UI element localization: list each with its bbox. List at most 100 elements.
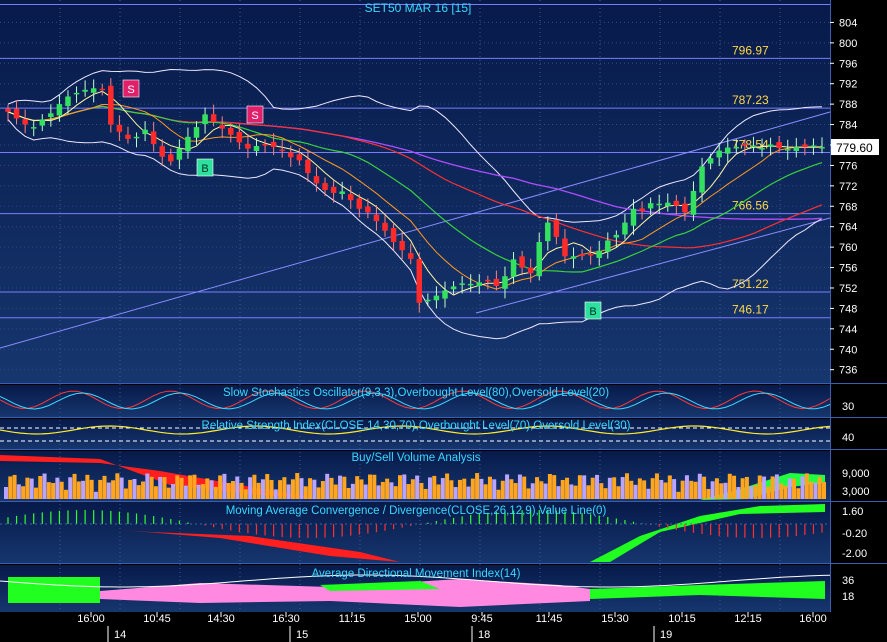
volume-bar	[642, 480, 647, 499]
candle-body	[262, 143, 268, 146]
candle-body	[228, 127, 234, 135]
volume-bar	[646, 488, 651, 499]
price-tick-label: 804	[839, 17, 857, 29]
volume-bar	[290, 479, 295, 499]
candle-body	[22, 119, 28, 125]
candle-body	[527, 267, 534, 274]
price-tick-label: 756	[839, 263, 857, 275]
volume-bar	[607, 477, 612, 499]
volume-bar	[470, 478, 475, 499]
volume-bar	[740, 478, 745, 499]
volume-bar	[312, 479, 317, 499]
volume-bar	[402, 474, 407, 499]
volume-bar	[59, 481, 64, 499]
volume-bar	[239, 482, 244, 499]
volume-bar	[346, 487, 351, 499]
volume-bar	[462, 478, 467, 499]
stochastic-title: Slow Stochastics Oscillator(9,3,3),Overb…	[223, 387, 609, 399]
volume-bar	[487, 476, 492, 499]
volume-bar	[269, 479, 274, 499]
volume-bar	[145, 473, 150, 499]
volume-bar	[282, 477, 287, 499]
volume-bar	[106, 482, 111, 499]
volume-bar	[149, 476, 154, 499]
volume-bar	[119, 477, 124, 499]
candle-body	[802, 144, 808, 148]
volume-bar	[457, 479, 462, 499]
volume-bar	[132, 478, 137, 499]
candle-body	[682, 203, 688, 213]
candle-body	[784, 149, 791, 151]
candle-body	[562, 238, 568, 257]
volume-bar	[226, 482, 231, 499]
candle-body	[750, 145, 757, 147]
volume-bar	[260, 479, 265, 499]
volume-bar	[81, 480, 86, 499]
candle-body	[30, 127, 37, 129]
price-tick-label: 744	[839, 324, 857, 336]
candle-body	[776, 142, 782, 149]
candle-body	[202, 114, 208, 125]
candle-body	[767, 144, 774, 147]
volume-bar	[423, 488, 428, 499]
volume-tick-label: 9,000	[842, 468, 870, 480]
volume-bar	[98, 479, 103, 499]
volume-bar	[517, 474, 522, 499]
candle-body	[502, 276, 508, 289]
volume-bar	[299, 478, 304, 499]
volume-bar	[792, 478, 797, 499]
volume-bar	[141, 481, 146, 499]
volume-bar	[663, 482, 668, 499]
time-axis-label: 16:30	[272, 613, 300, 625]
volume-bar	[453, 487, 458, 499]
volume-bar	[183, 485, 188, 499]
volume-bar	[175, 475, 180, 499]
macd-tick-label: -0.20	[842, 528, 867, 540]
candle-body	[108, 85, 114, 125]
candle-body	[690, 190, 697, 215]
candle-body	[639, 208, 645, 212]
volume-bar	[372, 474, 377, 499]
volume-bar	[286, 484, 291, 499]
volume-bar	[158, 476, 163, 499]
adx-green-block	[8, 577, 100, 603]
volume-bar	[595, 474, 600, 499]
volume-bar	[21, 486, 26, 499]
price-tick-label: 796	[839, 58, 857, 70]
volume-bar	[419, 482, 424, 499]
candle-body	[596, 250, 602, 258]
candle-body	[296, 154, 303, 161]
candle-body	[630, 208, 637, 226]
volume-bar	[672, 479, 677, 499]
candle-body	[13, 108, 20, 119]
volume-bar	[774, 474, 779, 499]
candle-body	[185, 136, 191, 152]
time-axis-label: 11:45	[536, 613, 563, 625]
candle-body	[210, 114, 217, 123]
candle-body	[176, 148, 183, 160]
volume-bar	[380, 481, 385, 499]
volume-bar	[33, 487, 38, 499]
volume-bar	[612, 477, 617, 499]
volume-bar	[732, 475, 737, 499]
volume-bar	[171, 484, 176, 499]
volume-bar	[85, 474, 90, 499]
candle-body	[168, 154, 174, 162]
volume-bar	[483, 484, 488, 499]
volume-bar	[55, 477, 60, 499]
volume-bar	[496, 489, 501, 499]
candle-body	[605, 240, 611, 252]
level-label: 746.17	[732, 303, 769, 317]
volume-bar	[586, 485, 591, 499]
volume-bar	[680, 480, 685, 499]
volume-bar	[12, 474, 17, 499]
volume-bar	[8, 476, 13, 499]
volume-bar	[667, 475, 672, 499]
price-tick-label: 800	[839, 38, 857, 50]
volume-bar	[25, 477, 30, 499]
volume-bar	[235, 476, 240, 499]
volume-bar	[432, 475, 437, 499]
candle-body	[82, 89, 88, 92]
candle-body	[707, 158, 714, 164]
volume-bar	[530, 483, 535, 499]
